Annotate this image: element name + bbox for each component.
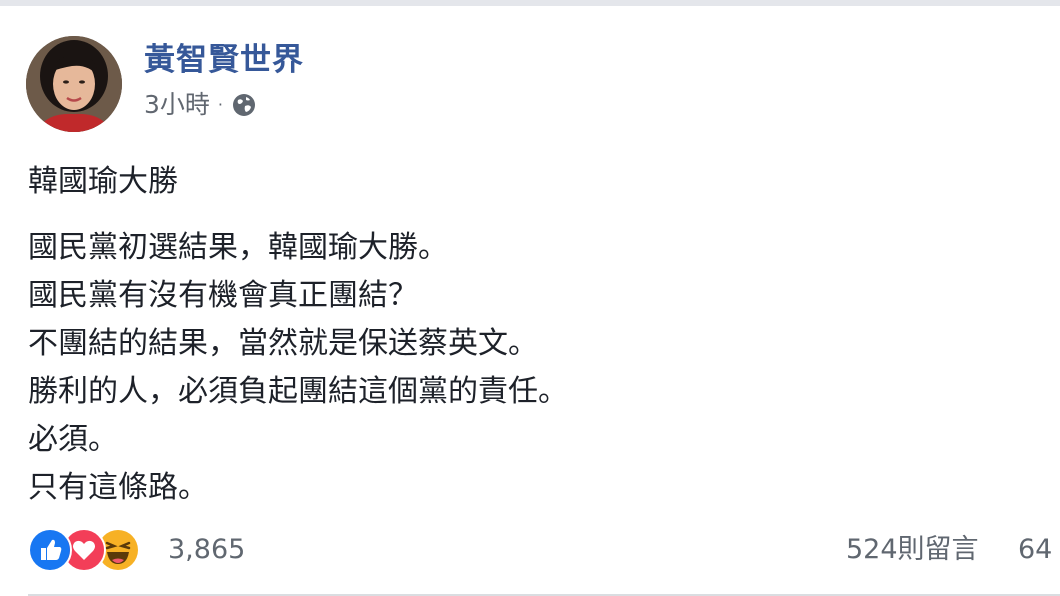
post-line: 國民黨有沒有機會真正團結？ (28, 278, 418, 313)
comments-count[interactable]: 524則留言 (846, 532, 979, 568)
shares-count[interactable]: 64 (1018, 532, 1060, 568)
post-body: 韓國瑜大勝 國民黨初選結果，韓國瑜大勝。 國民黨有沒有機會真正團結？ 不團結的結… (28, 158, 568, 512)
post-meta: 3小時 · (144, 90, 304, 120)
post-line: 國民黨初選結果，韓國瑜大勝。 (28, 230, 448, 265)
post-line: 只有這條路。 (28, 470, 208, 505)
globe-icon[interactable] (231, 92, 257, 118)
author-avatar[interactable] (26, 36, 122, 132)
reaction-count[interactable]: 3,865 (168, 532, 245, 568)
reactions-bar: 3,865 524則留言 64 (28, 528, 1060, 572)
like-icon[interactable] (28, 528, 72, 572)
post-line: 不團結的結果，當然就是保送蔡英文。 (28, 326, 538, 361)
post-timestamp[interactable]: 3小時 (144, 90, 210, 120)
meta-separator: · (217, 95, 223, 114)
post-line: 勝利的人，必須負起團結這個黨的責任。 (28, 374, 568, 409)
header-text: 黃智賢世界 3小時 · (144, 40, 304, 120)
author-name[interactable]: 黃智賢世界 (144, 40, 304, 80)
post-line: 必須。 (28, 422, 118, 457)
post-title: 韓國瑜大勝 (28, 164, 178, 199)
reaction-icons[interactable] (28, 528, 140, 572)
post-header: 黃智賢世界 3小時 · (26, 36, 304, 132)
post-card: 黃智賢世界 3小時 · 韓國瑜大勝 國民黨初選結果，韓國瑜大勝。 國民黨有沒有機… (0, 6, 1060, 596)
